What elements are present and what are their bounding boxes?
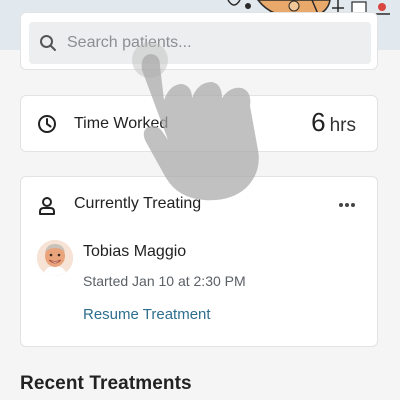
currently-treating-title: Currently Treating bbox=[74, 195, 202, 212]
time-worked-card: Time Worked 6 hrs bbox=[20, 95, 378, 152]
currently-treating-card: Currently Treating Tobias Maggio Started… bbox=[20, 176, 378, 347]
treatment-start-time: Started Jan 10 at 2:30 PM bbox=[83, 273, 246, 289]
time-worked-label: Time Worked bbox=[74, 115, 169, 132]
avatar bbox=[37, 240, 73, 276]
patient-name: Tobias Maggio bbox=[83, 243, 187, 260]
more-icon[interactable] bbox=[339, 203, 357, 207]
time-worked-unit: hrs bbox=[329, 115, 356, 136]
resume-treatment-link[interactable]: Resume Treatment bbox=[83, 306, 211, 323]
time-worked-number: 6 bbox=[311, 107, 326, 137]
search-card bbox=[20, 12, 378, 70]
search-input[interactable] bbox=[67, 22, 357, 64]
person-icon bbox=[39, 197, 55, 215]
clock-icon bbox=[38, 115, 56, 133]
time-worked-value: 6 hrs bbox=[311, 107, 356, 138]
search-box[interactable] bbox=[29, 22, 371, 64]
recent-treatments-heading: Recent Treatments bbox=[20, 373, 192, 394]
search-icon bbox=[40, 35, 56, 51]
